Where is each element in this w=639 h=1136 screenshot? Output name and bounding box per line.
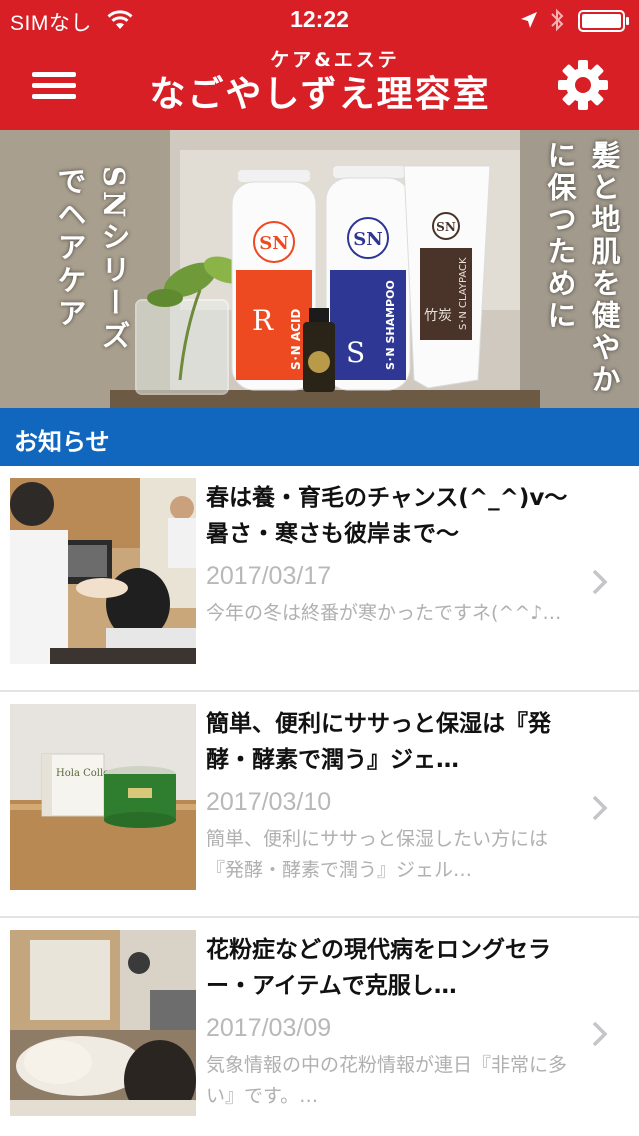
news-excerpt: 今年の冬は終番が寒かったですネ(^^♪… bbox=[206, 602, 562, 624]
app-logo: ケア&エステ なごやしずえ理容室 bbox=[120, 48, 520, 126]
clock: 12:22 bbox=[290, 6, 349, 32]
bluetooth-icon bbox=[551, 8, 564, 32]
news-thumbnail bbox=[10, 478, 196, 664]
news-thumbnail: Hola Collection bbox=[10, 704, 196, 890]
news-item[interactable]: Hola Collection 簡単、便利にササっと保湿は『発酵・酵素で潤う』ジ… bbox=[0, 692, 639, 918]
pack-brand-mark: SN bbox=[436, 220, 456, 234]
acid-brand-mark: SN bbox=[259, 233, 288, 254]
app-title: なごやしずえ理容室 bbox=[149, 73, 491, 115]
location-icon bbox=[521, 12, 537, 28]
pack-label: 竹炭 bbox=[424, 308, 452, 324]
chevron-right-icon bbox=[592, 1021, 608, 1047]
news-thumbnail bbox=[10, 930, 196, 1116]
shampoo-brand-mark: SN bbox=[353, 229, 382, 250]
news-excerpt: 簡単、便利にササっと保湿したい方には『発酵・酵素で潤う』ジェル… bbox=[206, 828, 549, 881]
battery-icon bbox=[578, 10, 629, 32]
acid-letter: R bbox=[252, 304, 274, 337]
news-thumbnail-image bbox=[10, 478, 196, 664]
hamburger-menu-icon[interactable] bbox=[24, 62, 84, 108]
pack-name: S･N CLAYPACK bbox=[458, 257, 469, 330]
gear-icon[interactable] bbox=[554, 58, 612, 112]
news-item[interactable]: 春は養・育毛のチャンス(^_^)v〜暑さ・寒さも彼岸まで〜 2017/03/17… bbox=[0, 466, 639, 692]
chevron-right-icon bbox=[592, 795, 608, 821]
news-excerpt: 気象情報の中の花粉情報が連日『非常に多い』です。… bbox=[206, 1054, 568, 1107]
hero-banner[interactable]: SN R S･N ACID SN S S･N SHAMPOO SN 竹炭 S･N… bbox=[0, 130, 639, 408]
app-subtitle: ケア&エステ bbox=[270, 49, 400, 71]
shampoo-name: S･N SHAMPOO bbox=[384, 280, 397, 370]
status-bar: SIMなし 12:22 bbox=[0, 0, 639, 40]
news-title: 春は養・育毛のチャンス(^_^)v〜暑さ・寒さも彼岸まで〜 bbox=[206, 485, 568, 547]
news-date: 2017/03/10 bbox=[206, 788, 332, 816]
acid-name: S･N ACID bbox=[289, 309, 303, 370]
hero-caption-left: SNシリーズでヘアケア bbox=[53, 166, 131, 354]
news-thumbnail-image bbox=[10, 930, 196, 1116]
news-item[interactable]: 花粉症などの現代病をロングセラー・アイテムで克服し… 2017/03/09 気象… bbox=[0, 918, 639, 1136]
section-title: お知らせ bbox=[14, 428, 110, 456]
news-thumbnail-image: Hola Collection bbox=[10, 704, 196, 890]
news-date: 2017/03/09 bbox=[206, 1014, 332, 1042]
news-section-header: お知らせ bbox=[0, 408, 639, 466]
hero-caption-right: 髪と地肌を健やかに保つために bbox=[543, 140, 621, 396]
news-date: 2017/03/17 bbox=[206, 562, 332, 590]
chevron-right-icon bbox=[592, 569, 608, 595]
app-header: ケア&エステ なごやしずえ理容室 bbox=[0, 40, 639, 130]
news-title: 花粉症などの現代病をロングセラー・アイテムで克服し… bbox=[206, 937, 551, 999]
shampoo-letter: S bbox=[346, 336, 365, 369]
news-title: 簡単、便利にササっと保湿は『発酵・酵素で潤う』ジェ… bbox=[206, 711, 551, 773]
